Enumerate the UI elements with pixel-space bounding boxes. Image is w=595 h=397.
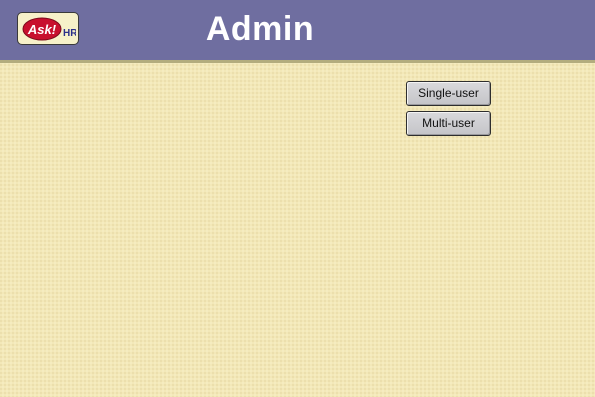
header-bar: Ask! HR Admin xyxy=(0,0,595,60)
page-title: Admin xyxy=(205,10,315,48)
single-user-button[interactable]: Single-user xyxy=(406,81,491,106)
header-divider xyxy=(0,60,595,63)
multi-user-button[interactable]: Multi-user xyxy=(406,111,491,136)
